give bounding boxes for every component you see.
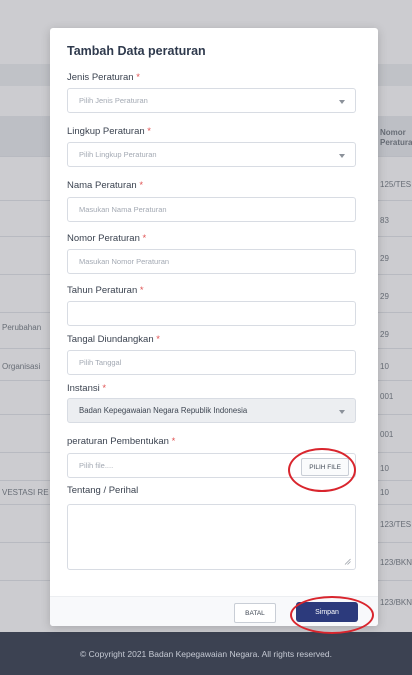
jenis-peraturan-placeholder: Pilih Jenis Peraturan — [79, 96, 148, 105]
tentang-perihal-label: Tentang / Perihal — [67, 485, 139, 496]
tanggal-diundangkan-placeholder: Pilih Tanggal — [79, 358, 122, 367]
nomor-peraturan-input[interactable]: Masukan Nomor Peraturan — [67, 249, 356, 274]
required-mark: * — [147, 126, 151, 137]
jenis-peraturan-label: Jenis Peraturan * — [67, 72, 140, 83]
required-mark: * — [139, 180, 144, 191]
save-button[interactable]: Simpan — [296, 602, 358, 622]
tanggal-diundangkan-input[interactable]: Pilih Tanggal — [67, 350, 356, 375]
tahun-peraturan-label: Tahun Peraturan * — [67, 285, 144, 296]
jenis-peraturan-select[interactable]: Pilih Jenis Peraturan — [67, 88, 356, 113]
peraturan-pembentukan-label: peraturan Pembentukan * — [67, 436, 176, 447]
required-mark: * — [171, 436, 176, 447]
chevron-down-icon — [339, 154, 345, 158]
tahun-peraturan-input[interactable] — [67, 301, 356, 326]
instansi-select[interactable]: Badan Kepegawaian Negara Republik Indone… — [67, 398, 356, 423]
nama-peraturan-placeholder: Masukan Nama Peraturan — [79, 205, 167, 214]
file-input-placeholder: Pilih file.... — [79, 461, 114, 470]
modal-footer: BATAL Simpan — [50, 596, 378, 626]
nomor-peraturan-placeholder: Masukan Nomor Peraturan — [79, 257, 170, 266]
instansi-value: Badan Kepegawaian Negara Republik Indone… — [79, 406, 248, 415]
required-mark: * — [142, 233, 147, 244]
lingkup-peraturan-select[interactable]: Pilih Lingkup Peraturan — [67, 142, 356, 167]
chevron-down-icon — [339, 100, 345, 104]
instansi-label: Instansi * — [67, 383, 107, 394]
nama-peraturan-input[interactable]: Masukan Nama Peraturan — [67, 197, 356, 222]
chevron-down-icon — [339, 410, 345, 414]
modal-title: Tambah Data peraturan — [67, 44, 206, 58]
pilih-file-button[interactable]: PILIH FILE — [301, 458, 349, 476]
lingkup-peraturan-label: Lingkup Peraturan * — [67, 126, 151, 137]
required-mark: * — [102, 383, 107, 394]
tanggal-diundangkan-label: Tangal Diundangkan * — [67, 334, 160, 345]
footer-copyright: © Copyright 2021 Badan Kepegawaian Negar… — [80, 648, 332, 659]
cancel-button[interactable]: BATAL — [234, 603, 276, 623]
nama-peraturan-label: Nama Peraturan * — [67, 180, 144, 191]
lingkup-peraturan-placeholder: Pilih Lingkup Peraturan — [79, 150, 157, 159]
nomor-peraturan-label: Nomor Peraturan * — [67, 233, 147, 244]
required-mark: * — [156, 334, 160, 345]
page-footer: © Copyright 2021 Badan Kepegawaian Negar… — [0, 632, 412, 675]
required-mark: * — [139, 285, 144, 296]
resize-handle-icon[interactable] — [344, 558, 351, 565]
peraturan-pembentukan-file-input[interactable]: Pilih file.... PILIH FILE — [67, 453, 356, 478]
tentang-perihal-textarea[interactable] — [67, 504, 356, 570]
add-regulation-modal: Tambah Data peraturan Jenis Peraturan * … — [50, 28, 378, 626]
required-mark: * — [136, 72, 140, 83]
